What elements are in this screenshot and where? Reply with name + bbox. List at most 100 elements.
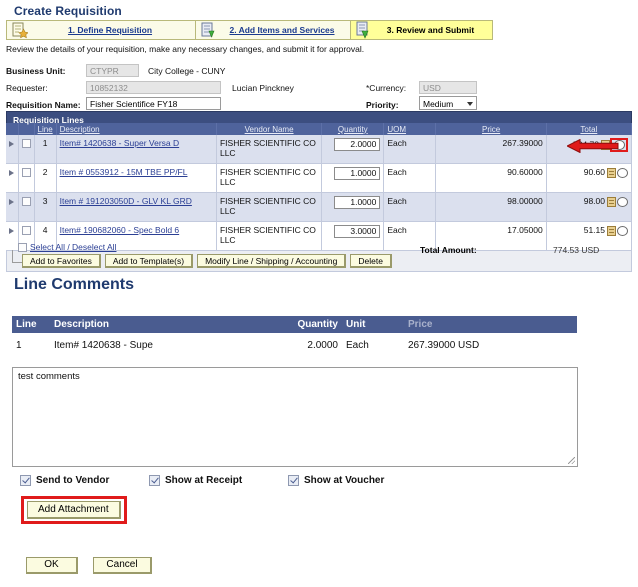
row-expander-cell[interactable] (6, 192, 19, 222)
cell-vendor: FISHER SCIENTIFIC CO LLC (216, 221, 323, 251)
lc-column-header-description: Description (50, 316, 250, 333)
cell-price: 90.60000 (435, 163, 547, 193)
quantity-input[interactable]: 2.0000 (334, 138, 381, 151)
wizard-step-review-and-submit[interactable]: 3. Review and Submit (351, 20, 493, 40)
requisition-lines-title: Requisition Lines (6, 111, 632, 125)
comments-bubble-icon[interactable] (617, 197, 628, 208)
description-link[interactable]: Item # 0553912 - 15M TBE PP/FL (60, 167, 188, 177)
cell-line: 2 (34, 163, 57, 193)
show-at-voucher-checkbox-row[interactable]: Show at Voucher (288, 475, 384, 486)
quantity-input[interactable]: 1.0000 (334, 167, 381, 180)
column-header-line[interactable]: Line (34, 123, 57, 135)
ok-button[interactable]: OK (26, 557, 78, 574)
total-value: 90.60 (583, 167, 605, 177)
line-details-icon[interactable] (607, 226, 616, 237)
table-row: 1 Item# 1420638 - Supe 2.0000 Each 267.3… (12, 333, 577, 357)
cell-uom: Each (383, 135, 437, 164)
wizard-step-define-requisition[interactable]: 1. Define Requisition (6, 20, 196, 40)
row-icons (607, 196, 628, 208)
cell-quantity: 3.0000 (321, 221, 385, 251)
requester-label: Requester: (6, 83, 48, 93)
column-header-vendor-name[interactable]: Vendor Name (216, 123, 323, 135)
wizard-step-label: 3. Review and Submit (386, 25, 475, 35)
quantity-input[interactable]: 1.0000 (334, 196, 381, 209)
row-expander-cell[interactable] (6, 221, 19, 251)
row-checkbox[interactable] (21, 168, 31, 178)
description-link[interactable]: Item# 190682060 - Spec Bold 6 (60, 225, 180, 235)
cell-vendor: FISHER SCIENTIFIC CO LLC (216, 135, 323, 164)
comment-textarea[interactable]: test comments (12, 367, 578, 467)
send-to-vendor-checkbox-row[interactable]: Send to Vendor (20, 475, 109, 486)
select-all-row[interactable]: Select All / Deselect All (18, 242, 116, 253)
cell-description: Item # 191203050D - GLV KL GRD (56, 192, 217, 222)
show-at-voucher-checkbox[interactable] (288, 475, 299, 486)
row-checkbox[interactable] (21, 197, 31, 207)
description-link[interactable]: Item # 191203050D - GLV KL GRD (60, 196, 192, 206)
row-checkbox[interactable] (21, 226, 31, 236)
modify-line-shipping-accounting-button[interactable]: Modify Line / Shipping / Accounting (197, 254, 347, 268)
new-document-icon (11, 21, 29, 39)
row-checkbox[interactable] (21, 139, 31, 149)
row-select-cell[interactable] (18, 163, 35, 193)
line-comments-grid: Line Description Quantity Unit Price 1 I… (12, 316, 577, 357)
delete-button[interactable]: Delete (350, 254, 392, 268)
table-row: 1 Item# 1420638 - Super Versa D FISHER S… (6, 135, 633, 164)
column-header-description[interactable]: Description (56, 123, 217, 135)
show-at-receipt-checkbox[interactable] (149, 475, 160, 486)
currency-label: *Currency: (366, 83, 407, 93)
add-to-favorites-button[interactable]: Add to Favorites (22, 254, 101, 268)
cancel-button[interactable]: Cancel (93, 557, 152, 574)
row-icons (607, 167, 628, 179)
show-at-receipt-label: Show at Receipt (165, 475, 243, 486)
row-expander-cell[interactable] (6, 135, 19, 164)
row-select-cell[interactable] (18, 135, 35, 164)
requisition-name-input[interactable]: Fisher Scientifice FY18 (86, 97, 221, 110)
resize-handle[interactable] (568, 457, 575, 464)
add-attachment-button[interactable]: Add Attachment (27, 501, 121, 519)
column-header-uom[interactable]: UOM (383, 123, 437, 135)
line-comments-heading: Line Comments (14, 276, 135, 293)
total-amount-value: 774.53 USD (553, 245, 600, 255)
cell-quantity: 2.0000 (321, 135, 385, 164)
requester-name: Lucian Pinckney (232, 83, 294, 93)
expand-triangle-icon[interactable] (9, 169, 15, 176)
comments-bubble-icon[interactable] (617, 226, 628, 237)
priority-selected-value: Medium (423, 99, 454, 109)
expand-triangle-icon[interactable] (9, 227, 15, 234)
lc-cell-description: Item# 1420638 - Supe (50, 333, 250, 357)
row-expander-cell[interactable] (6, 163, 19, 193)
requisition-lines-grid: Requisition Lines Line Description Vendo… (6, 111, 633, 251)
cell-price: 267.39000 (435, 135, 547, 164)
comment-options-row: Send to Vendor Show at Receipt Show at V… (20, 475, 620, 489)
column-header-total[interactable]: Total (546, 123, 633, 135)
add-to-templates-button[interactable]: Add to Template(s) (104, 254, 194, 268)
cell-vendor: FISHER SCIENTIFIC CO LLC (216, 192, 323, 222)
wizard-step-label: 1. Define Requisition (67, 25, 153, 35)
priority-label: Priority: (366, 100, 399, 110)
description-link[interactable]: Item# 1420638 - Super Versa D (60, 138, 180, 148)
cell-line: 1 (34, 135, 57, 164)
expand-triangle-icon[interactable] (9, 140, 15, 147)
annotation-arrow-icon (565, 138, 619, 154)
column-header-price[interactable]: Price (435, 123, 547, 135)
cell-description: Item# 1420638 - Super Versa D (56, 135, 217, 164)
cell-vendor: FISHER SCIENTIFIC CO LLC (216, 163, 323, 193)
send-to-vendor-checkbox[interactable] (20, 475, 31, 486)
lc-column-header-unit: Unit (342, 316, 404, 333)
quantity-input[interactable]: 3.0000 (334, 225, 381, 238)
cell-price: 98.00000 (435, 192, 547, 222)
line-details-icon[interactable] (607, 168, 616, 179)
row-select-cell[interactable] (18, 192, 35, 222)
show-at-receipt-checkbox-row[interactable]: Show at Receipt (149, 475, 242, 486)
table-row: 3 Item # 191203050D - GLV KL GRD FISHER … (6, 192, 633, 222)
line-comments-table: Line Description Quantity Unit Price 1 I… (12, 316, 577, 357)
select-all-link[interactable]: Select All / Deselect All (30, 242, 116, 252)
comment-text-value: test comments (18, 371, 80, 382)
line-details-icon[interactable] (607, 197, 616, 208)
column-header-quantity[interactable]: Quantity (321, 123, 385, 135)
cell-uom: Each (383, 192, 437, 222)
priority-select[interactable]: Medium (419, 96, 477, 110)
expand-triangle-icon[interactable] (9, 198, 15, 205)
wizard-step-add-items-and-services[interactable]: 2. Add Items and Services (196, 20, 351, 40)
comments-bubble-icon[interactable] (617, 168, 628, 179)
